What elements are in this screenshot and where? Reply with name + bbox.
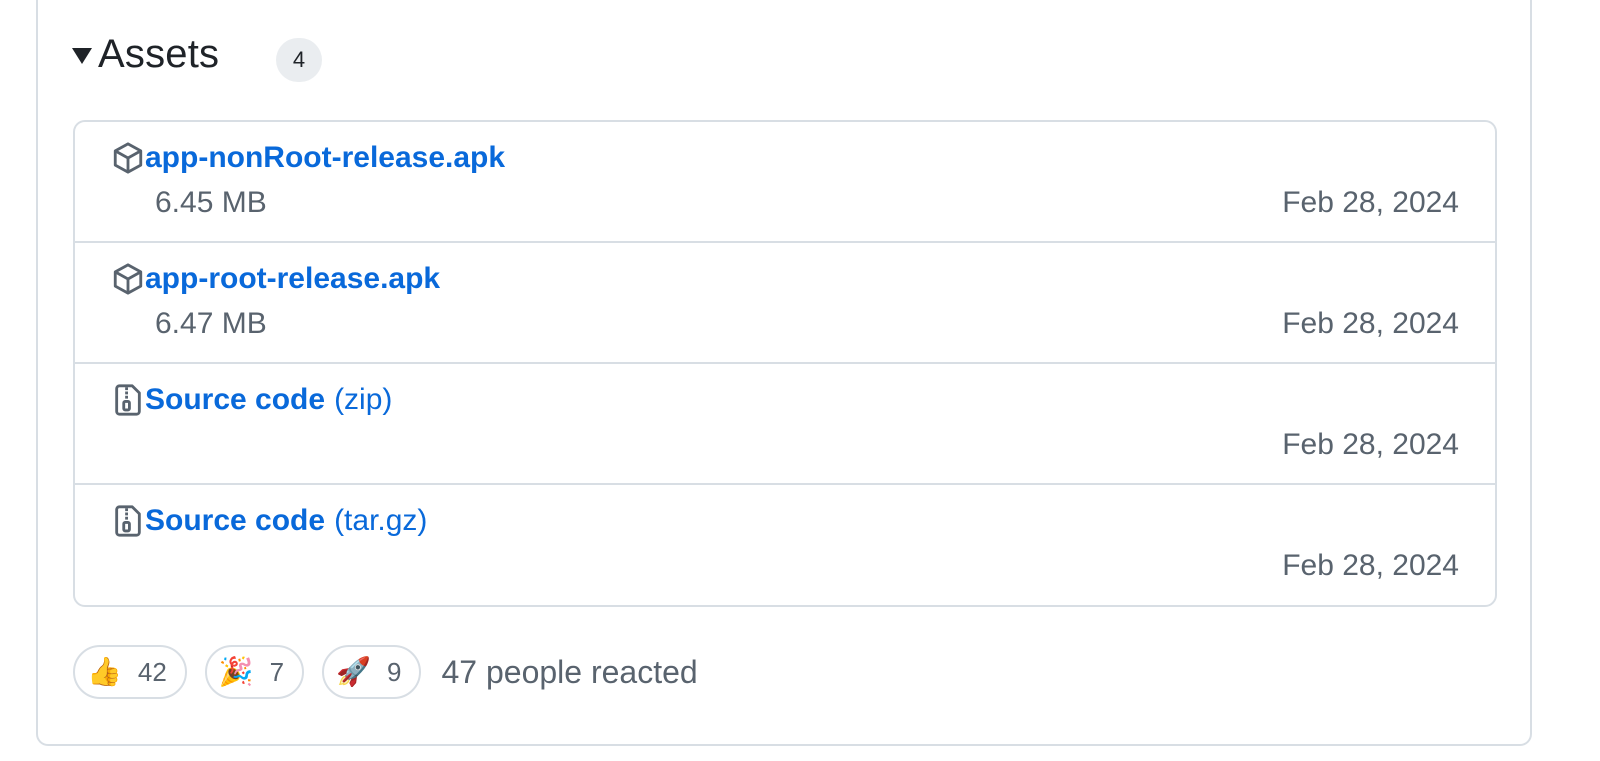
asset-list: app-nonRoot-release.apk 6.45 MB Feb 28, … xyxy=(73,120,1497,607)
file-zip-icon xyxy=(111,382,147,418)
reaction-rocket-button[interactable]: 🚀 9 xyxy=(322,645,422,699)
reactions-bar: 👍 42 🎉 7 🚀 9 47 people reacted xyxy=(73,644,698,700)
reaction-tada-button[interactable]: 🎉 7 xyxy=(204,645,305,699)
asset-row: Source code (zip) Feb 28, 2024 xyxy=(75,364,1495,485)
asset-format[interactable]: (tar.gz) xyxy=(334,504,427,538)
asset-format[interactable]: (zip) xyxy=(334,383,392,417)
asset-date: Feb 28, 2024 xyxy=(1282,307,1459,340)
asset-download-link[interactable]: app-root-release.apk xyxy=(145,262,440,296)
package-icon xyxy=(111,261,147,297)
reaction-count: 42 xyxy=(137,656,167,687)
asset-date: Feb 28, 2024 xyxy=(1282,549,1459,582)
file-zip-icon xyxy=(111,503,147,539)
caret-down-icon xyxy=(72,48,92,64)
package-icon xyxy=(111,140,147,176)
reaction-count: 9 xyxy=(387,656,402,687)
assets-toggle[interactable]: Assets xyxy=(72,26,219,82)
asset-row: app-nonRoot-release.apk 6.45 MB Feb 28, … xyxy=(75,122,1495,243)
reaction-thumbs-up-button[interactable]: 👍 42 xyxy=(73,645,187,699)
source-code-zip-link[interactable]: Source code xyxy=(145,383,325,417)
asset-size: 6.45 MB xyxy=(155,186,267,219)
rocket-icon: 🚀 xyxy=(336,656,372,687)
asset-size: 6.47 MB xyxy=(155,307,267,340)
thumbs-up-icon: 👍 xyxy=(87,656,122,687)
asset-date: Feb 28, 2024 xyxy=(1282,186,1459,219)
reaction-count: 7 xyxy=(269,656,285,687)
asset-download-link[interactable]: app-nonRoot-release.apk xyxy=(145,141,505,175)
source-code-targz-link[interactable]: Source code xyxy=(145,504,325,538)
party-popper-icon: 🎉 xyxy=(218,656,254,687)
asset-row: app-root-release.apk 6.47 MB Feb 28, 202… xyxy=(75,243,1495,364)
asset-date: Feb 28, 2024 xyxy=(1282,428,1459,461)
assets-count-badge: 4 xyxy=(276,38,322,82)
asset-row: Source code (tar.gz) Feb 28, 2024 xyxy=(75,485,1495,605)
reactions-summary[interactable]: 47 people reacted xyxy=(441,654,697,691)
assets-title: Assets xyxy=(98,31,220,76)
